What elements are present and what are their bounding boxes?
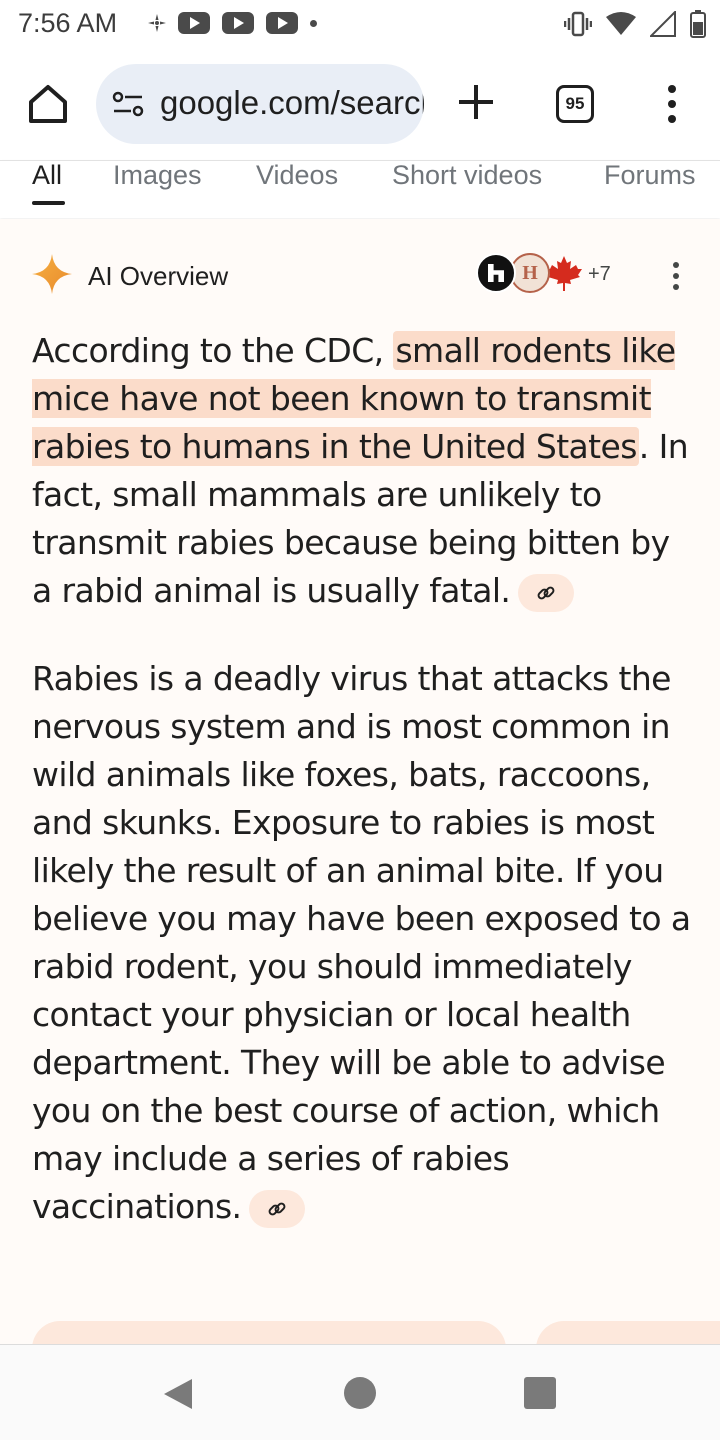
youtube-icon xyxy=(266,12,298,34)
browser-toolbar: google.com/search 95 xyxy=(0,50,720,160)
ai-overview-body: According to the CDC, small rodents like… xyxy=(32,327,692,1271)
citation-link-button[interactable] xyxy=(249,1189,306,1228)
ai-overview-section: AI Overview H +7 According to the CDC, s… xyxy=(0,219,720,1344)
source-card[interactable] xyxy=(32,1321,506,1344)
notification-icons xyxy=(148,12,317,34)
paragraph-1-intro: According to the CDC, xyxy=(32,331,394,370)
tab-forums[interactable]: Forums xyxy=(604,161,696,189)
active-tab-indicator xyxy=(32,201,65,205)
more-vert-icon xyxy=(668,85,676,123)
wifi-icon xyxy=(606,12,636,35)
home-icon xyxy=(29,85,67,123)
h-crest-icon: H xyxy=(510,253,550,293)
ai-overview-title: AI Overview xyxy=(88,261,229,291)
back-icon[interactable] xyxy=(162,1377,194,1411)
tab-videos[interactable]: Videos xyxy=(256,161,338,189)
ai-overview-header: AI Overview H +7 xyxy=(0,239,720,309)
home-nav-icon[interactable] xyxy=(344,1377,376,1409)
vibrate-icon xyxy=(564,11,592,37)
plus-icon xyxy=(459,85,493,119)
source-card[interactable] xyxy=(536,1321,720,1344)
address-bar[interactable]: google.com/search xyxy=(96,64,424,144)
status-time: 7:56 AM xyxy=(18,8,118,38)
recents-icon[interactable] xyxy=(524,1377,556,1409)
dot-icon xyxy=(310,19,317,27)
ai-overview-menu-icon[interactable] xyxy=(671,261,681,291)
source-count: +7 xyxy=(588,263,611,285)
tab-images[interactable]: Images xyxy=(113,161,202,189)
browser-menu-button[interactable] xyxy=(660,84,684,124)
h-logo-icon xyxy=(476,253,516,293)
youtube-icon xyxy=(222,12,254,34)
home-button[interactable] xyxy=(26,82,70,126)
tab-switcher-button[interactable]: 95 xyxy=(556,85,594,123)
maple-leaf-icon xyxy=(546,256,582,291)
search-filter-tabs: All Images Videos Short videos Forums xyxy=(0,160,720,218)
ai-paragraph-2: Rabies is a deadly virus that attacks th… xyxy=(32,655,692,1231)
site-settings-icon[interactable] xyxy=(112,90,144,123)
battery-icon xyxy=(690,10,706,38)
youtube-icon xyxy=(178,12,210,34)
signal-icon xyxy=(650,11,676,37)
ai-paragraph-1: According to the CDC, small rodents like… xyxy=(32,327,692,615)
tab-all[interactable]: All xyxy=(32,161,62,189)
link-icon xyxy=(269,1202,286,1215)
sources-button[interactable]: H +7 xyxy=(476,253,611,295)
tab-short-videos[interactable]: Short videos xyxy=(392,161,542,189)
paragraph-2-text: Rabies is a deadly virus that attacks th… xyxy=(32,659,691,1226)
url-text[interactable]: google.com/search xyxy=(160,84,424,122)
new-tab-button[interactable] xyxy=(456,82,496,122)
status-bar: 7:56 AM xyxy=(0,0,720,50)
sparkle-icon xyxy=(32,254,72,294)
link-icon xyxy=(537,586,555,599)
fan-icon xyxy=(148,14,166,32)
system-icons xyxy=(564,10,706,38)
citation-link-button[interactable] xyxy=(518,573,575,612)
source-cards-row xyxy=(0,1321,720,1344)
system-nav-bar xyxy=(0,1344,720,1440)
